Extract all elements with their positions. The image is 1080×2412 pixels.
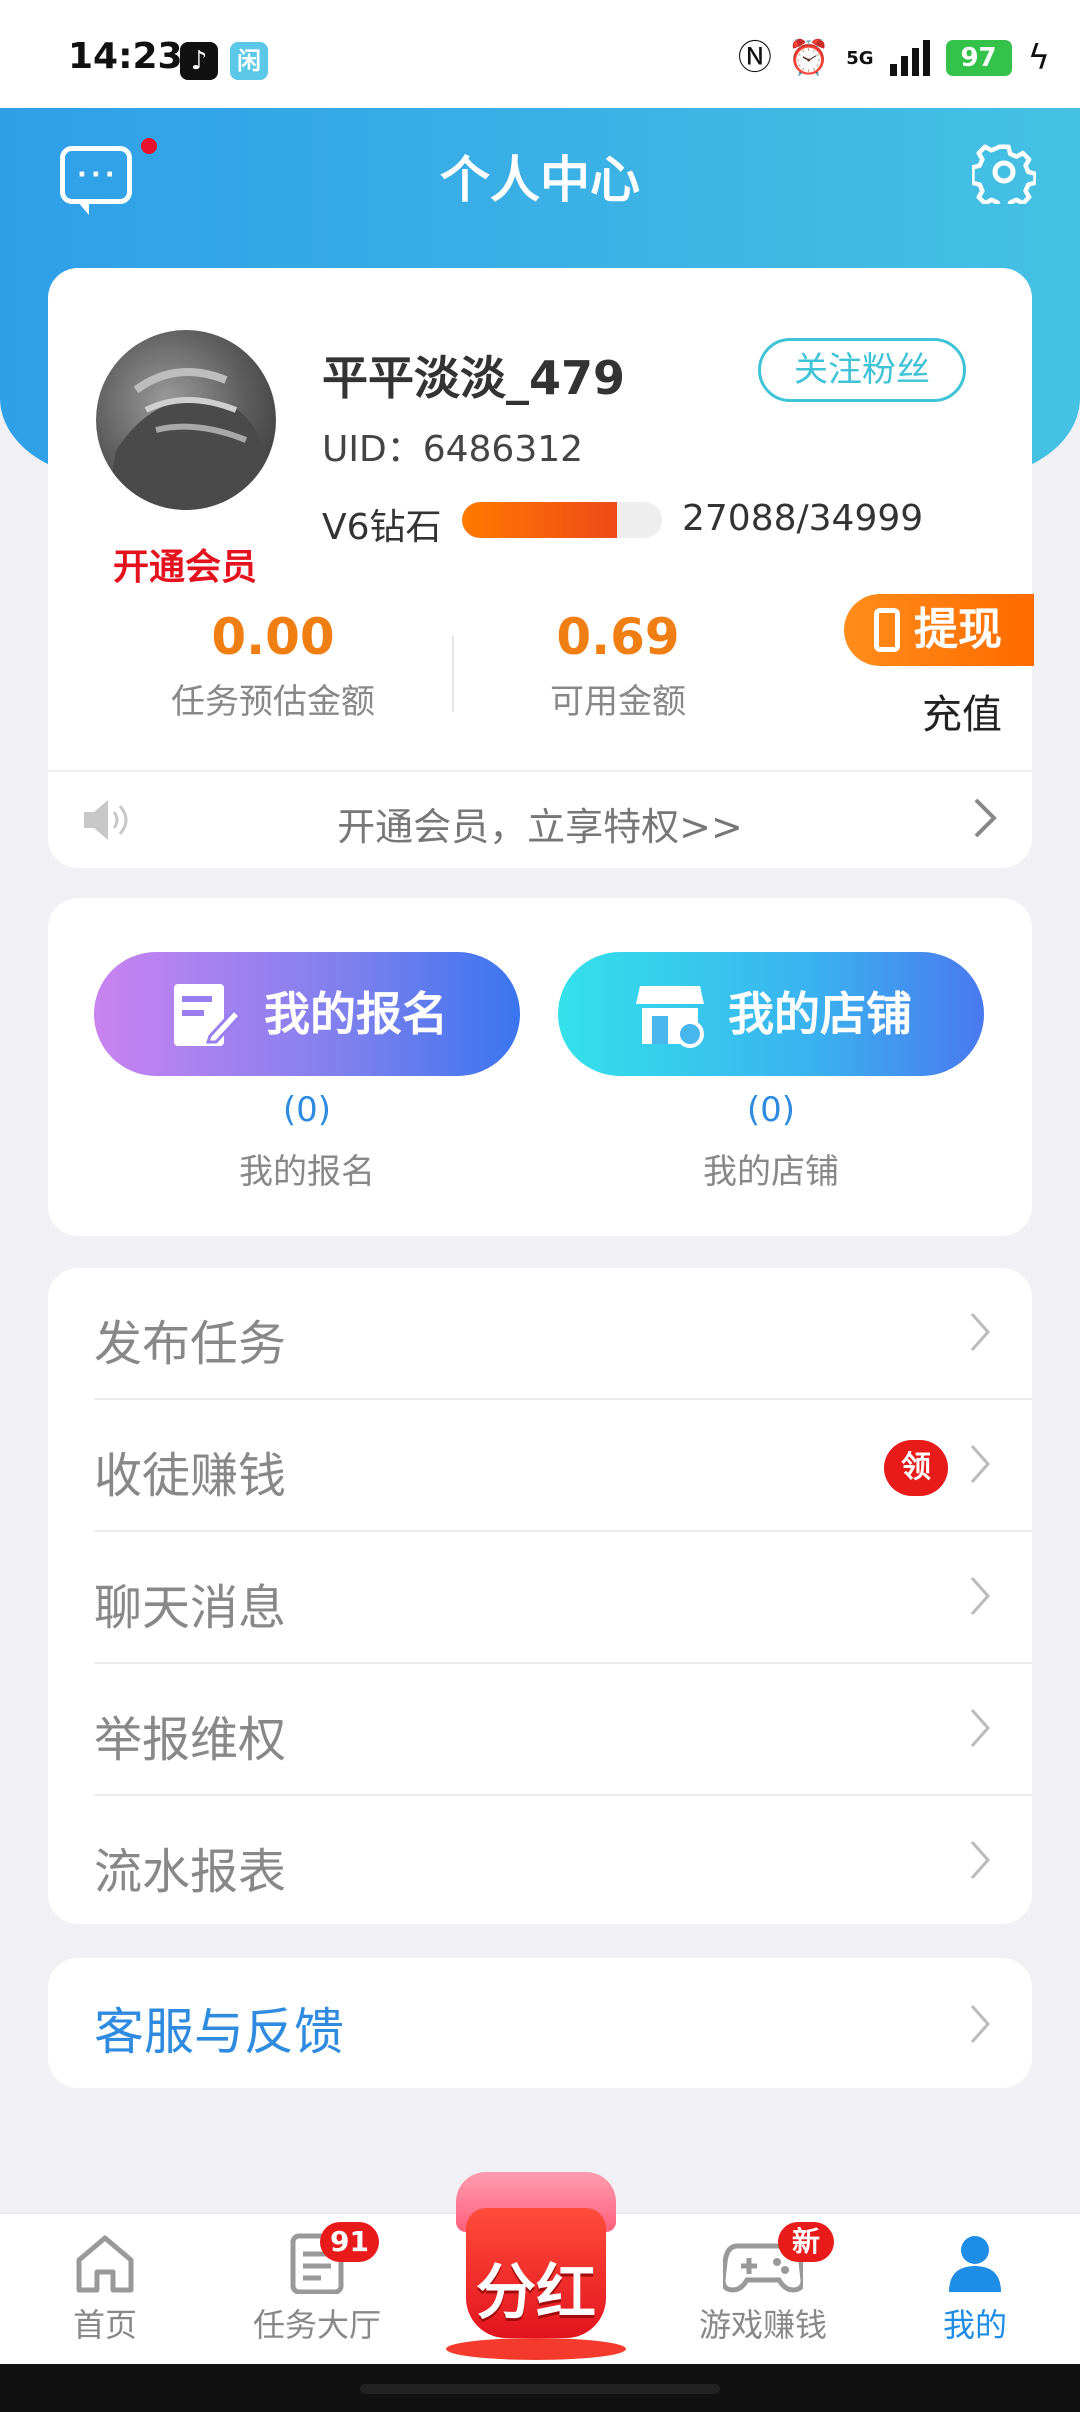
- home-indicator[interactable]: [360, 2384, 720, 2394]
- nickname: 平平淡淡_479: [322, 351, 626, 405]
- uid: UID：6486312: [322, 420, 583, 472]
- avatar[interactable]: [96, 330, 276, 510]
- tab-game-earn[interactable]: 游戏赚钱 新: [668, 2222, 858, 2364]
- tab-mine[interactable]: 我的: [880, 2224, 1070, 2364]
- tab-label: 首页: [72, 2306, 137, 2344]
- withdraw-label: 提现: [914, 604, 1002, 655]
- my-store-label: 我的店铺: [728, 987, 912, 1041]
- status-bar: 14:23 ♪ 闲 Ⓝ ⏰ 5G 97 ϟ: [0, 0, 1080, 108]
- menu-item-label: 举报维权: [94, 1712, 287, 1768]
- menu-item-statement[interactable]: 流水报表: [48, 1796, 1032, 1924]
- available-amount[interactable]: 0.69 可用金额: [518, 608, 718, 723]
- page-title: 个人中心: [440, 151, 640, 209]
- menu-card: 发布任务 收徒赚钱 领 聊天消息 举报维权 流水报表: [48, 1268, 1032, 1924]
- alarm-icon: ⏰: [787, 38, 831, 78]
- app-notification-icon: 闲: [230, 42, 268, 80]
- chevron-right-icon: [974, 798, 997, 838]
- claim-badge: 领: [884, 1440, 948, 1496]
- tab-label: 游戏赚钱: [698, 2306, 827, 2344]
- available-amount-label: 可用金额: [550, 682, 686, 722]
- signal-icon: [889, 40, 930, 76]
- uid-label: UID：: [322, 429, 423, 470]
- level-progress-bar: [462, 502, 662, 538]
- battery-icon: 97: [945, 40, 1012, 76]
- menu-item-publish-task[interactable]: 发布任务: [48, 1268, 1032, 1400]
- available-amount-value: 0.69: [556, 608, 680, 666]
- avatar-image: [106, 368, 266, 510]
- menu-item-label: 流水报表: [94, 1844, 287, 1900]
- new-badge: 新: [778, 2222, 834, 2262]
- home-icon: [76, 2235, 134, 2293]
- menu-item-chat-messages[interactable]: 聊天消息: [48, 1532, 1032, 1664]
- menu-item-report[interactable]: 举报维权: [48, 1664, 1032, 1796]
- shortcuts-card: 我的报名 我的店铺 (0) (0) 我的报名 我的店铺: [48, 898, 1032, 1236]
- withdraw-button[interactable]: 提现: [844, 594, 1034, 666]
- chevron-right-icon: [970, 1709, 991, 1747]
- tab-label: 我的: [942, 2306, 1007, 2344]
- red-packet-base: [446, 2338, 626, 2360]
- menu-item-recruit-earn[interactable]: 收徒赚钱 领: [48, 1400, 1032, 1532]
- menu-item-label: 收徒赚钱: [94, 1448, 287, 1504]
- level-progress-text: 27088/34999: [682, 498, 924, 539]
- registration-count: (0): [282, 1090, 332, 1130]
- support-feedback-label: 客服与反馈: [94, 2003, 344, 2061]
- level-name: V6钻石: [322, 507, 442, 548]
- divider: [48, 770, 1032, 772]
- divider: [452, 636, 454, 712]
- chevron-right-icon: [970, 1577, 991, 1615]
- store-icon: [636, 986, 704, 1048]
- task-amount-label: 任务预估金额: [171, 682, 375, 722]
- task-count-badge: 91: [320, 2222, 379, 2262]
- tiktok-icon: ♪: [180, 42, 218, 80]
- task-amount[interactable]: 0.00 任务预估金额: [148, 608, 398, 723]
- level-progress-fill: [462, 502, 617, 538]
- edit-form-icon: [174, 984, 242, 1046]
- dividend-label: 分红: [476, 2258, 596, 2328]
- uid-value: 6486312: [422, 429, 584, 470]
- my-registration-button[interactable]: 我的报名: [94, 952, 520, 1076]
- profile-card: 开通会员 平平淡淡_479 关注粉丝 UID：6486312 V6钻石 2708…: [48, 268, 1034, 868]
- menu-item-label: 发布任务: [94, 1316, 287, 1372]
- recharge-button[interactable]: 充值: [922, 682, 1002, 740]
- charging-icon: ϟ: [1027, 38, 1050, 78]
- chevron-right-icon: [970, 1841, 991, 1879]
- my-store-button[interactable]: 我的店铺: [558, 952, 984, 1076]
- tab-home[interactable]: 首页: [10, 2224, 200, 2364]
- follow-fans-button[interactable]: 关注粉丝: [758, 338, 966, 402]
- store-caption: 我的店铺: [703, 1152, 839, 1192]
- phone-icon: [874, 608, 900, 652]
- chevron-right-icon: [970, 1313, 991, 1351]
- task-amount-value: 0.00: [211, 608, 335, 666]
- tab-dividend[interactable]: 分红: [446, 2172, 626, 2362]
- tab-label: 任务大厅: [252, 2306, 381, 2344]
- vip-promo-banner[interactable]: 开通会员，立享特权>>: [48, 796, 1032, 851]
- status-time: 14:23: [68, 36, 183, 77]
- support-feedback-item[interactable]: 客服与反馈: [48, 1958, 1032, 2088]
- user-icon: [949, 2236, 1001, 2292]
- chevron-right-icon: [970, 2005, 991, 2043]
- status-indicators: Ⓝ ⏰ 5G 97 ϟ: [738, 36, 1050, 80]
- registration-caption: 我的报名: [239, 1152, 375, 1192]
- nfc-icon: Ⓝ: [737, 38, 772, 78]
- tab-task-hall[interactable]: 任务大厅 91: [222, 2222, 412, 2364]
- menu-item-label: 聊天消息: [94, 1580, 287, 1636]
- network-type: 5G: [846, 47, 874, 69]
- chevron-right-icon: [970, 1445, 991, 1483]
- open-vip-link[interactable]: 开通会员: [70, 538, 300, 590]
- gear-icon[interactable]: [972, 140, 1036, 204]
- my-registration-label: 我的报名: [264, 987, 448, 1041]
- store-count: (0): [746, 1090, 796, 1130]
